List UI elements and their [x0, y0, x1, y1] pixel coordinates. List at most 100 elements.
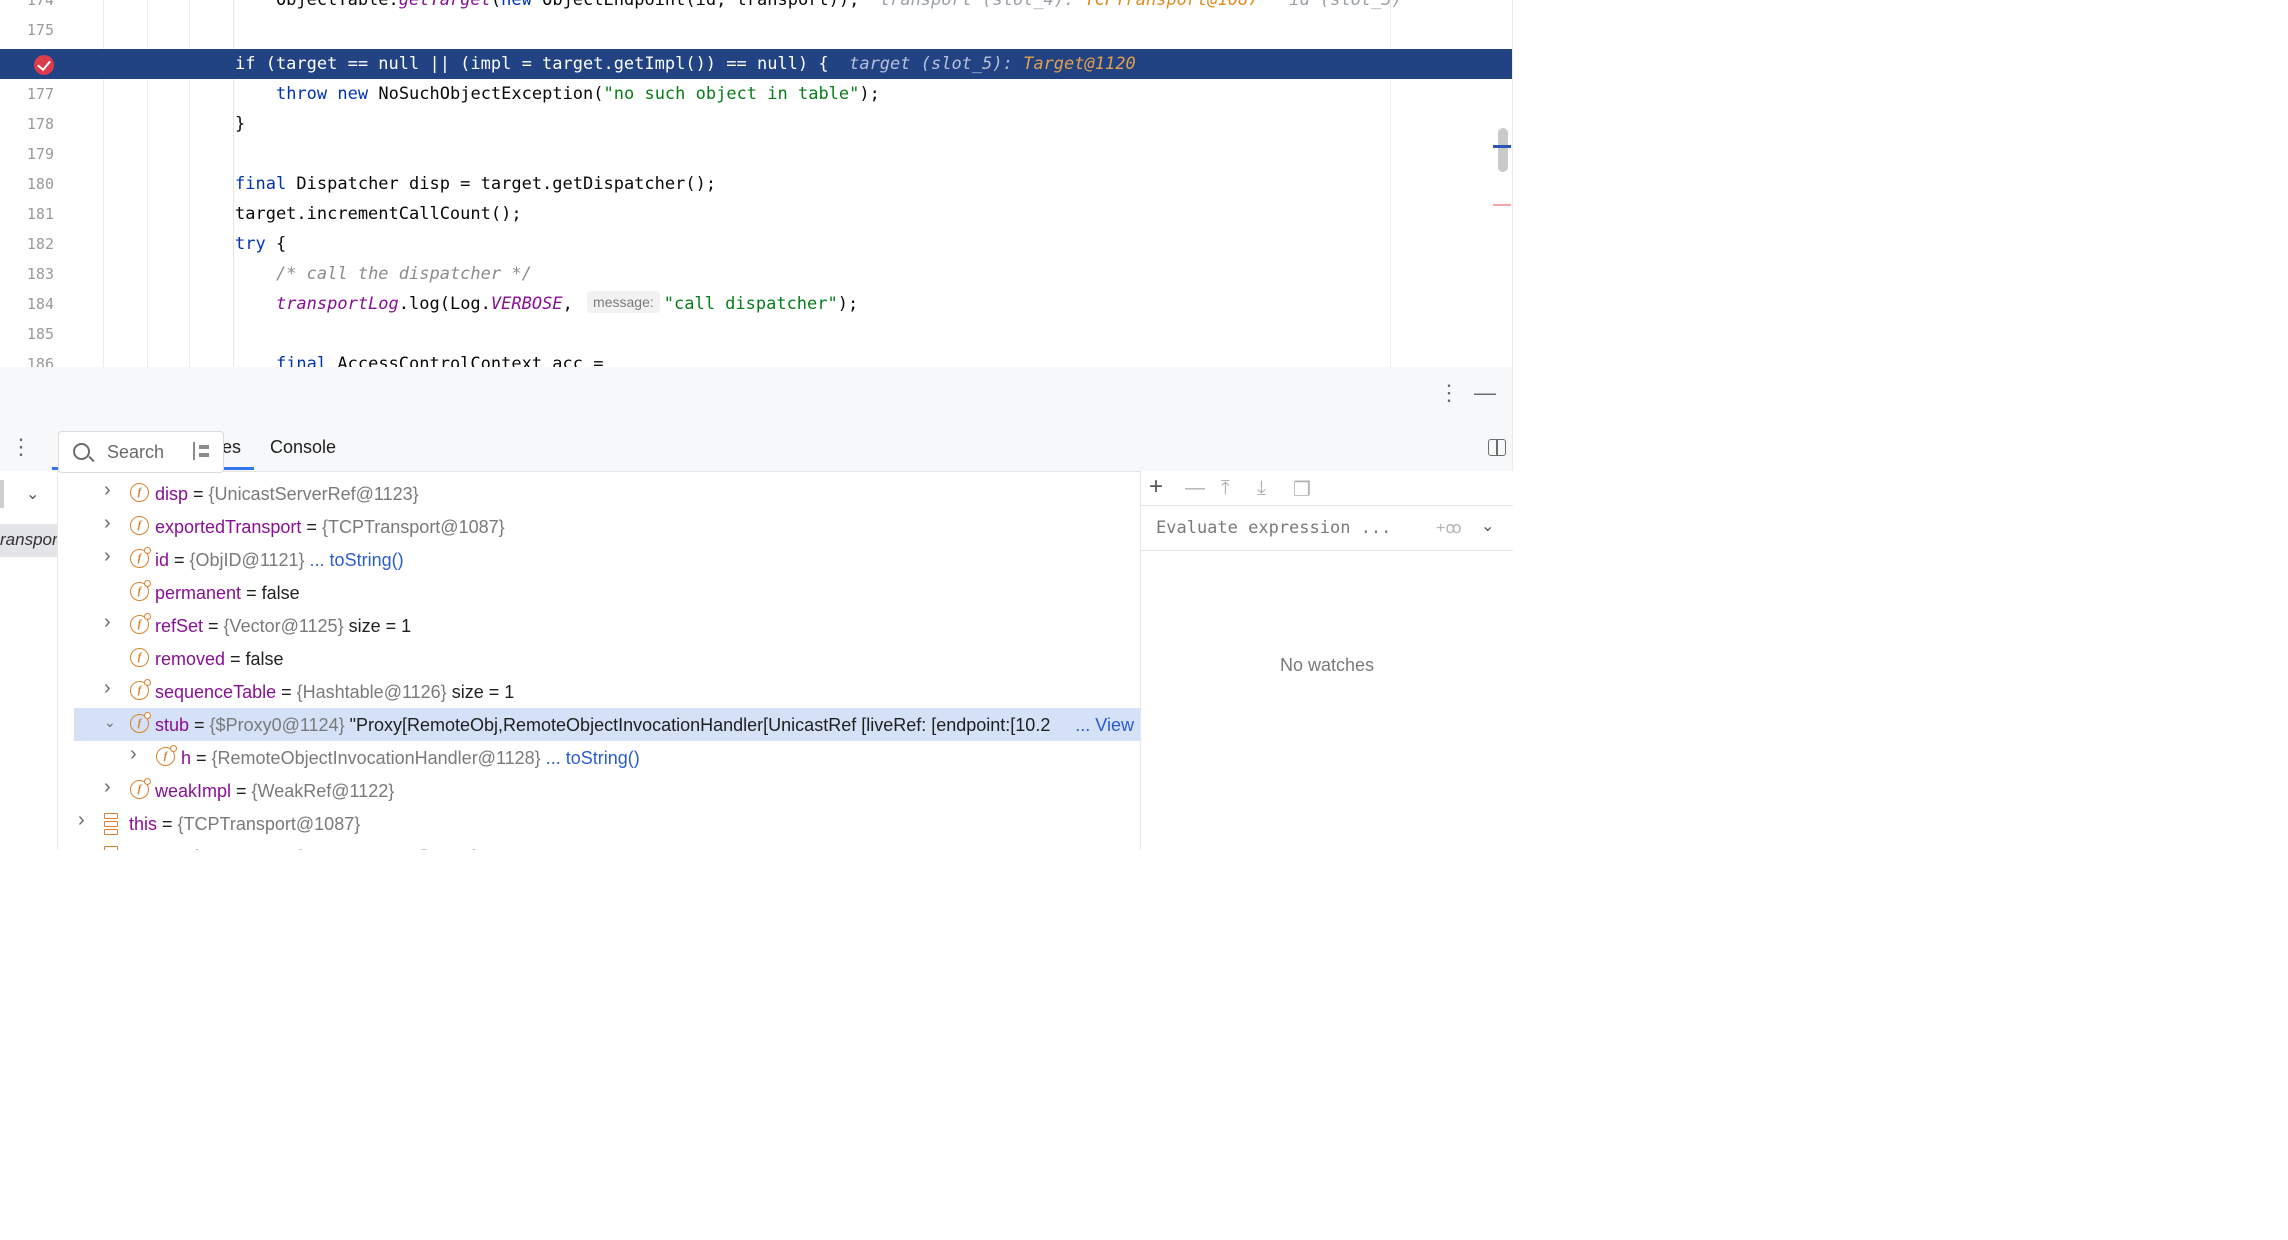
variable-name: h — [181, 748, 192, 768]
code-token: if (target == null || (impl = target.get… — [235, 54, 850, 74]
tree-row[interactable]: › this = {TCPTransport@1087} — [58, 807, 1140, 840]
tree-row[interactable]: › f id = {ObjID@1121} ... toString() — [58, 543, 1140, 576]
code-line[interactable]: 184 transportLog.log(Log.VERBOSE, messag… — [0, 289, 1512, 319]
breakpoint-icon[interactable] — [34, 55, 54, 75]
code-token: VERBOSE — [490, 294, 563, 314]
watches-pane: + — ⤒ ⤓ ❐ Evaluate expression ... +ꝏ ⌄ N… — [1140, 471, 1513, 850]
remove-watch-icon[interactable]: — — [1185, 477, 1205, 500]
code-line[interactable]: 175 — [0, 15, 1512, 45]
filter-icon[interactable] — [193, 442, 211, 460]
tree-row[interactable]: exportedTransport = {TCPTransport@1087} — [58, 840, 1140, 850]
tree-row[interactable]: › f exportedTransport = {TCPTransport@1087… — [58, 510, 1140, 543]
tree-row-text: weakImpl = {WeakRef@1122} — [155, 781, 394, 802]
expand-arrow-icon[interactable]: › — [78, 809, 90, 832]
search-input[interactable]: Search — [58, 431, 224, 473]
code-line[interactable]: 186 final AccessControlContext acc = — [0, 349, 1512, 368]
code-token: ObjectEndpoint(id, transport)); — [531, 0, 880, 10]
variable-name: stub — [155, 715, 190, 735]
search-placeholder: Search — [107, 442, 165, 462]
more-options-icon[interactable]: ⋮ — [1438, 380, 1460, 406]
frames-options-icon[interactable]: ⋮ — [10, 434, 32, 460]
tree-row-text: exportedTransport = {TCPTransport@1087} — [129, 847, 479, 850]
line-number: 185 — [26, 325, 54, 343]
code-line-current[interactable]: if (target == null || (impl = target.get… — [0, 49, 1512, 79]
tree-row[interactable]: › f weakImpl = {WeakRef@1122} — [58, 774, 1140, 807]
tree-row[interactable]: › f refSet = {Vector@1125} size = 1 — [58, 609, 1140, 642]
thread-selector[interactable]: ⌄ — [0, 476, 50, 512]
evaluate-placeholder: Evaluate expression ... — [1156, 518, 1392, 538]
expand-arrow-icon[interactable]: › — [104, 611, 116, 634]
frame-item[interactable]: ransport — [0, 524, 57, 557]
expand-arrow-icon[interactable]: › — [130, 743, 142, 766]
code-line[interactable]: 174 ObjectTable.getTarget(new ObjectEndp… — [0, 0, 1512, 15]
code-line[interactable]: 182 try { — [0, 229, 1512, 259]
code-text: target.incrementCallCount(); — [235, 199, 522, 229]
code-token: NoSuchObjectException( — [368, 84, 604, 104]
tree-row-text: h = {RemoteObjectInvocationHandler@1128}… — [181, 748, 640, 769]
expand-arrow-icon[interactable]: › — [104, 512, 116, 535]
tree-row[interactable]: f removed = false — [58, 642, 1140, 675]
inline-link[interactable]: ... toString() — [541, 748, 640, 768]
copy-icon[interactable]: ❐ — [1293, 477, 1311, 502]
tree-row[interactable]: › f disp = {UnicastServerRef@1123} — [58, 477, 1140, 510]
inline-link[interactable]: ... View — [1075, 715, 1134, 736]
code-token: ); — [859, 84, 880, 104]
variable-name: weakImpl — [155, 781, 232, 801]
chevron-down-icon[interactable]: ⌄ — [1481, 516, 1494, 536]
tab-console[interactable]: Console — [270, 437, 336, 458]
evaluate-expression-input[interactable]: Evaluate expression ... +ꝏ ⌄ — [1141, 505, 1513, 551]
collapse-arrow-icon[interactable]: ⌄ — [104, 714, 116, 731]
expand-arrow-icon[interactable]: › — [104, 479, 116, 502]
line-number: 184 — [26, 295, 54, 313]
variable-reference: {UnicastServerRef@1123} — [208, 484, 419, 504]
variable-name: exportedTransport — [155, 517, 302, 537]
code-line[interactable]: 179 — [0, 139, 1512, 169]
code-line[interactable]: 183 /* call the dispatcher */ — [0, 259, 1512, 289]
field-icon: f — [130, 516, 149, 535]
code-token: ( — [490, 0, 502, 10]
code-text: } — [235, 109, 245, 139]
code-line[interactable]: 180 final Dispatcher disp = target.getDis… — [0, 169, 1512, 199]
expand-arrow-icon[interactable]: › — [104, 677, 116, 700]
code-line[interactable]: 177 throw new NoSuchObjectException("no … — [0, 79, 1512, 109]
code-text: try { — [235, 229, 286, 259]
line-number: 186 — [26, 355, 54, 368]
expand-arrow-icon[interactable]: › — [104, 545, 116, 568]
add-watch-icon[interactable]: + — [1149, 473, 1163, 501]
code-token: new — [501, 0, 532, 10]
add-to-watches-icon[interactable]: +ꝏ — [1436, 518, 1462, 538]
move-up-icon[interactable]: ⤒ — [1221, 477, 1230, 500]
code-line[interactable]: 178} — [0, 109, 1512, 139]
editor-scrollbar[interactable] — [1498, 128, 1508, 172]
tree-row[interactable]: › f sequenceTable = {Hashtable@1126} size … — [58, 675, 1140, 708]
variable-name: exportedTransport — [129, 847, 275, 850]
code-token: AccessControlContext acc = — [327, 354, 604, 368]
equals-sign: = — [189, 715, 210, 735]
field-icon: f — [130, 648, 149, 667]
tab-variables[interactable]: es — [222, 437, 241, 458]
code-text: ObjectTable.getTarget(new ObjectEndpoint… — [235, 0, 1402, 15]
minimize-icon[interactable]: — — [1474, 380, 1496, 406]
code-editor[interactable]: 174 ObjectTable.getTarget(new ObjectEndp… — [0, 0, 1512, 368]
line-number: 178 — [26, 115, 54, 133]
variable-reference: {TCPTransport@1087} — [321, 517, 505, 537]
code-line[interactable]: 185 — [0, 319, 1512, 349]
variable-value: false — [261, 583, 300, 603]
code-token: "no such object in table" — [603, 84, 860, 104]
tree-row[interactable]: › f h = {RemoteObjectInvocationHandler@112… — [58, 741, 1140, 774]
tree-row[interactable]: f permanent = false — [58, 576, 1140, 609]
variables-tree[interactable]: › f disp = {UnicastServerRef@1123} › f export… — [58, 477, 1140, 850]
code-line[interactable]: 181 target.incrementCallCount(); — [0, 199, 1512, 229]
frame-item-label: ransport — [0, 530, 57, 549]
variable-name: sequenceTable — [155, 682, 277, 702]
variable-name: permanent — [155, 583, 242, 603]
tree-row[interactable]: ⌄ f stub = {$Proxy0@1124} "Proxy[RemoteObj… — [74, 708, 1140, 741]
move-down-icon[interactable]: ⤓ — [1257, 477, 1266, 500]
inline-link[interactable]: ... toString() — [305, 550, 404, 570]
layout-toggle-icon[interactable] — [1488, 439, 1506, 456]
variable-reference: {Vector@1125} — [223, 616, 344, 636]
expand-arrow-icon[interactable]: › — [104, 776, 116, 799]
variable-value: false — [245, 649, 284, 669]
